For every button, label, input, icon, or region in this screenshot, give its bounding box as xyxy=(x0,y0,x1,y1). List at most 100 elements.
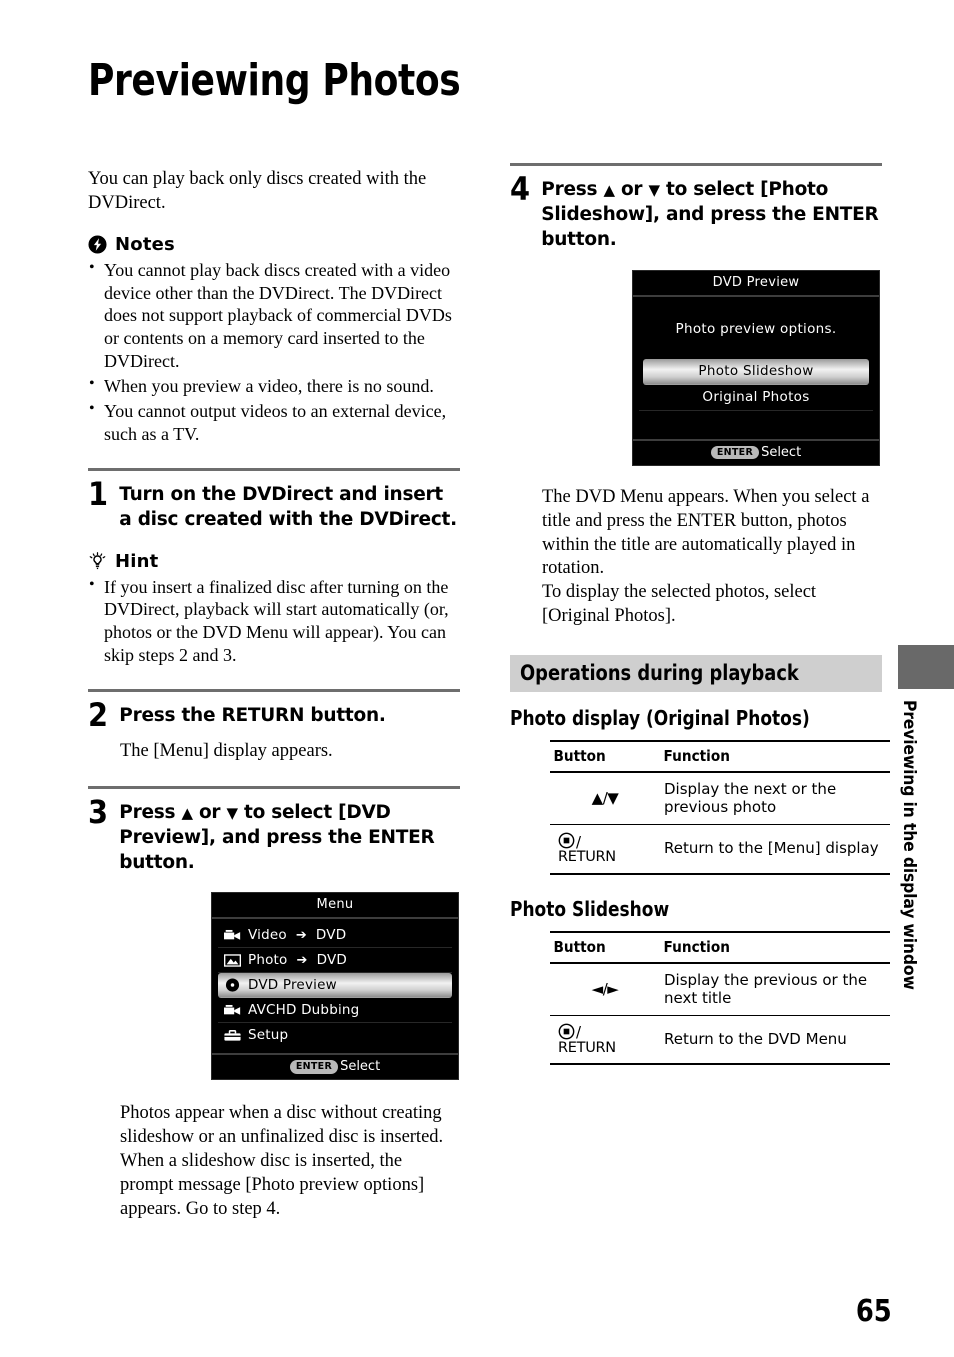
section-heading-band: Operations during playback xyxy=(510,655,882,693)
preview-spacer xyxy=(639,411,873,433)
column-header-button: Button xyxy=(550,740,647,774)
right-column: 4 Press ▲ or ▼ to select [Photo Slidesho… xyxy=(510,163,890,1066)
notes-label: Notes xyxy=(115,233,175,255)
subsection-heading-photo-slideshow: Photo Slideshow xyxy=(510,896,670,921)
side-tab-block xyxy=(898,645,954,689)
notes-heading: Notes xyxy=(88,234,460,255)
enter-badge: ENTER xyxy=(289,1060,339,1074)
return-label: RETURN xyxy=(558,1039,616,1056)
menu-screen-body: Video ➔ DVD Photo ➔ DVD DVD Preview AVCH… xyxy=(212,919,458,1053)
column-header-button: Button xyxy=(550,930,647,964)
arrow-up-icon: ▲ xyxy=(181,804,193,823)
table-header-row: Button Function xyxy=(550,930,890,964)
step4-text-a: Press xyxy=(541,179,604,200)
table-row: / RETURN Return to the [Menu] display xyxy=(550,824,890,875)
after-step4-paragraph: The DVD Menu appears. When you select a … xyxy=(542,486,870,627)
function-text: Return to the DVD Menu xyxy=(660,1015,890,1066)
arrow-left-icon: ◄ xyxy=(591,979,604,998)
step-divider xyxy=(510,163,882,166)
section-heading-text: Operations during playback xyxy=(520,661,799,686)
button-return: / RETURN xyxy=(550,1015,660,1066)
column-header-function: Function xyxy=(660,930,863,964)
menu-item-label: Video xyxy=(248,927,287,944)
video-camera-icon xyxy=(224,1004,241,1017)
option-original-photos[interactable]: Original Photos xyxy=(639,385,873,411)
step-number: 2 xyxy=(88,695,109,734)
step-instruction: Turn on the DVDirect and insert a disc c… xyxy=(119,483,457,530)
table-photo-slideshow: Button Function ◄/► Display the previous… xyxy=(550,930,890,1066)
menu-screen-footer: ENTER Select xyxy=(212,1053,458,1079)
table-photo-display: Button Function ▲/▼ Display the next or … xyxy=(550,740,890,875)
table-row: ◄/► Display the previous or the next tit… xyxy=(550,962,890,1016)
menu-item-photo-dvd[interactable]: Photo ➔ DVD xyxy=(218,948,452,974)
arrow-right-icon: ➔ xyxy=(295,927,307,943)
arrow-up-icon: ▲ xyxy=(603,181,615,199)
toolbox-icon xyxy=(224,1029,241,1042)
menu-item-label: Setup xyxy=(248,1027,289,1044)
button-updown-arrows: ▲/▼ xyxy=(550,772,660,826)
arrow-down-icon: ▼ xyxy=(226,804,238,823)
step-instruction: Press ▲ or ▼ to select [Photo Slideshow]… xyxy=(541,174,882,253)
menu-item-label: Photo xyxy=(248,952,288,969)
column-header-function: Function xyxy=(660,740,863,774)
side-tab-label: Previewing in the display window xyxy=(899,700,919,990)
document-page: Previewing Photos You can play back only… xyxy=(0,0,954,1357)
menu-footer-label: Select xyxy=(340,1059,381,1075)
step-instruction: Press the RETURN button. xyxy=(119,704,386,726)
table-row: / RETURN Return to the DVD Menu xyxy=(550,1015,890,1066)
preview-screen-body: Photo preview options. Photo Slideshow O… xyxy=(633,297,879,439)
option-photo-slideshow[interactable]: Photo Slideshow xyxy=(643,358,869,385)
step-instruction: Press ▲ or ▼ to select [DVD Preview], an… xyxy=(119,797,460,876)
step4-text-b: or xyxy=(614,179,649,200)
step-divider xyxy=(88,467,460,471)
menu-item-video-dvd[interactable]: Video ➔ DVD xyxy=(218,923,452,949)
preview-footer-label: Select xyxy=(761,444,802,460)
arrow-right-icon: ➔ xyxy=(296,952,308,968)
arrow-right-icon: ► xyxy=(607,979,619,998)
closing-paragraph: Photos appear when a disc without creati… xyxy=(120,1103,444,1219)
table-header-row: Button Function xyxy=(550,740,890,774)
notes-list: You cannot play back discs created with … xyxy=(88,258,460,446)
hint-heading: Hint xyxy=(88,551,460,572)
subsection-heading-photo-display: Photo display (Original Photos) xyxy=(510,706,810,731)
menu-item-setup[interactable]: Setup xyxy=(218,1023,452,1047)
arrow-up-icon: ▲ xyxy=(591,789,604,808)
step-number: 4 xyxy=(510,170,531,208)
step-number: 3 xyxy=(88,793,109,832)
step-4: 4 Press ▲ or ▼ to select [Photo Slidesho… xyxy=(510,170,882,253)
step-1: 1 Turn on the DVDirect and insert a disc… xyxy=(88,474,460,533)
enter-badge: ENTER xyxy=(710,445,760,460)
left-column: You can play back only discs created wit… xyxy=(88,168,460,1221)
arrow-down-icon: ▼ xyxy=(607,789,619,808)
step-number: 1 xyxy=(88,474,109,513)
step-divider xyxy=(88,786,460,790)
menu-item-avchd-dubbing[interactable]: AVCHD Dubbing xyxy=(218,998,452,1024)
list-item: You cannot play back discs created with … xyxy=(88,258,460,373)
menu-item-target: DVD xyxy=(316,952,347,969)
function-text: Display the previous or the next title xyxy=(660,962,890,1016)
photo-icon xyxy=(224,953,241,967)
menu-screen-title: Menu xyxy=(212,893,458,920)
step3-text-a: Press xyxy=(119,802,182,824)
menu-item-target: DVD xyxy=(315,927,347,944)
menu-item-label: DVD Preview xyxy=(248,977,337,994)
menu-item-dvd-preview[interactable]: DVD Preview xyxy=(218,973,452,999)
step-divider xyxy=(88,688,460,692)
list-item: You cannot output videos to an external … xyxy=(88,399,460,446)
preview-screen-footer: ENTER Select xyxy=(633,438,879,465)
button-leftright-arrows: ◄/► xyxy=(550,962,660,1016)
step2-result: The [Menu] display appears. xyxy=(120,741,333,762)
table-row: ▲/▼ Display the next or the previous pho… xyxy=(550,772,890,826)
slash-separator: / xyxy=(576,1023,581,1042)
lightbulb-icon xyxy=(88,551,107,571)
dvd-preview-screen-image: DVD Preview Photo preview options. Photo… xyxy=(632,269,880,466)
page-number: 65 xyxy=(856,1294,892,1329)
video-camera-icon xyxy=(224,929,241,942)
menu-screen-image: Menu Video ➔ DVD Photo ➔ DVD DVD Preview… xyxy=(211,892,459,1081)
button-return: / RETURN xyxy=(550,824,660,875)
function-text: Display the next or the previous photo xyxy=(660,772,890,826)
step-3: 3 Press ▲ or ▼ to select [DVD Preview], … xyxy=(88,793,460,876)
arrow-down-icon: ▼ xyxy=(648,181,660,199)
preview-screen-title: DVD Preview xyxy=(633,271,879,297)
page-title: Previewing Photos xyxy=(88,55,461,106)
